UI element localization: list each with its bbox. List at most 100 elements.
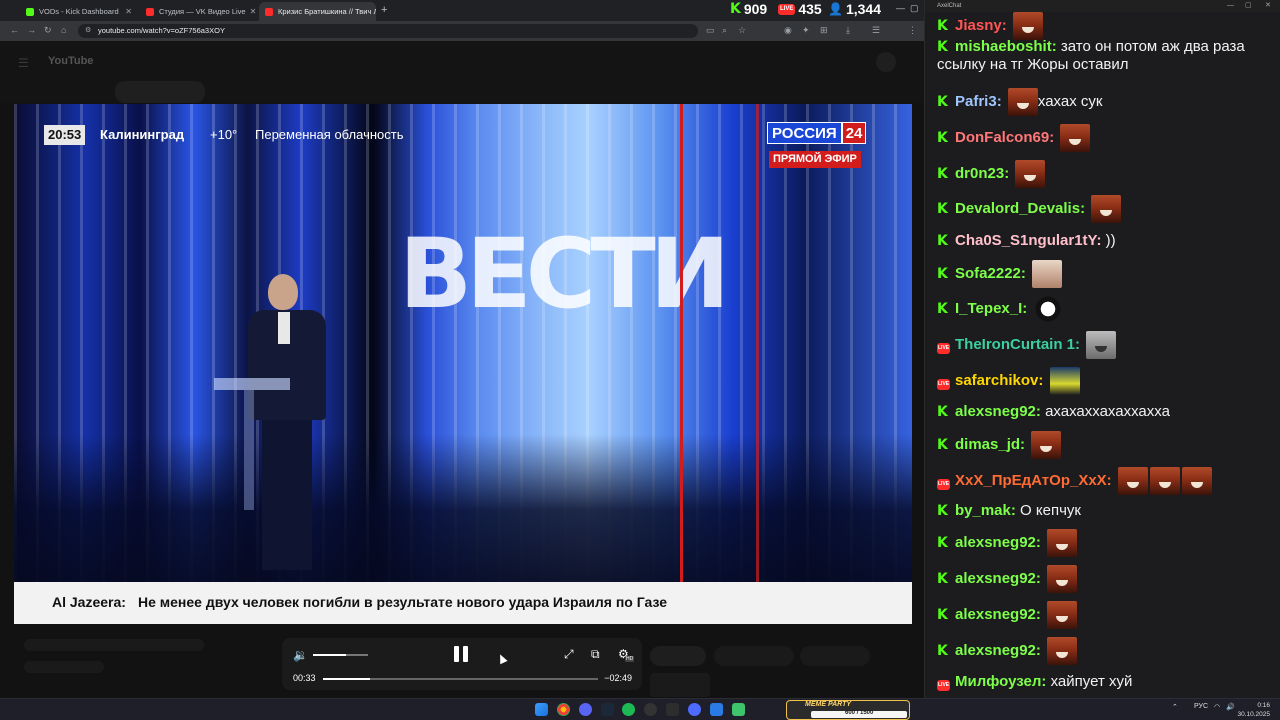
steam-icon[interactable] [601,703,614,716]
filter-chip[interactable] [714,646,794,666]
nickname-separator: : [1035,533,1046,551]
vk-favicon-icon [146,7,154,16]
new-tab-button[interactable]: + [381,4,387,16]
spotify-icon[interactable] [622,703,635,716]
sidebar-icon[interactable]: ☰ [872,25,880,36]
podium-stand [244,390,254,510]
chat-nickname[interactable]: Devalord_Devalis [955,200,1080,217]
nickname-separator: : [1080,199,1090,217]
chat-message-text: ахахаххахаххахха [1045,403,1170,420]
chat-nickname[interactable]: Милфоузел [955,673,1041,690]
home-icon[interactable]: ⌂ [61,25,66,35]
live-broadcast-label: ПРЯМОЙ ЭФИР [769,151,861,168]
tab-kick-dashboard[interactable]: VODs - Kick Dashboard ✕ [20,2,138,21]
tab-youtube-video[interactable]: Кризис Братишкина // Твич Л ✕ [259,2,376,21]
vk-viewer-count: 435 [798,1,822,17]
extensions-icon[interactable]: ✦ [802,25,810,36]
channel-logo: РОССИЯ 24 [767,122,867,144]
tray-chevron-icon[interactable]: ⌃ [1172,703,1178,711]
player-controls: 🔉 ⤢ ⧉ ⚙ HD 00:33 −02:49 [282,638,642,690]
site-info-icon[interactable]: ⚙ [85,24,91,38]
video-frame[interactable]: ВЕСТИ 20:53 Калининград +10° Переменная … [14,104,912,624]
language-indicator[interactable]: РУС [1194,703,1208,710]
meme-party-widget[interactable]: MEME PARTY 600 / 1500 [786,700,910,720]
filter-chip[interactable] [800,646,870,666]
volume-icon[interactable]: 🔉 [293,648,308,662]
url-input[interactable]: ⚙ youtube.com/watch?v=oZF756a3XOY [78,24,698,38]
chat-nickname[interactable]: Sofa2222 [955,265,1021,282]
vk-live-platform-icon: LIVE [937,336,952,354]
pause-button[interactable] [454,646,470,664]
chat-nickname[interactable]: TheIronCurtain 1 [955,336,1075,353]
chat-message: K DonFalcon69: [937,124,1277,152]
chat-nickname[interactable]: DonFalcon69 [955,129,1049,146]
download-icon[interactable]: ⤓ [846,25,850,36]
current-time: 00:33 [293,673,316,683]
chat-nickname[interactable]: Jiasny [955,17,1002,34]
chat-nickname[interactable]: I_Tepex_I [955,300,1022,317]
fullscreen-icon[interactable]: ⤢ [564,647,574,662]
chrome-icon[interactable] [557,703,570,716]
chat-nickname[interactable]: safarchikov [955,372,1038,389]
youtube-menu-icon[interactable]: ☰ [18,56,29,70]
chat-nickname[interactable]: alexsneg92 [955,403,1036,420]
studio-red-stripe [756,104,759,584]
close-tab-icon[interactable]: ✕ [121,7,132,16]
menu-icon[interactable]: ⋮ [908,25,917,36]
recommended-thumbnail[interactable] [650,673,710,697]
kick-viewers-stat: K 909 [730,1,767,17]
network-icon[interactable]: ◠ [1214,703,1220,711]
chat-nickname[interactable]: alexsneg92 [955,534,1036,551]
windows-start-icon[interactable] [535,703,548,716]
forward-icon[interactable]: → [27,25,36,35]
app-icon[interactable] [666,703,679,716]
chat-nickname[interactable]: alexsneg92 [955,606,1036,623]
chat-message: Kalexsneg92: ахахаххахаххахха [937,403,1277,421]
app-icon[interactable] [732,703,745,716]
close-tab-icon[interactable]: ✕ [246,7,257,16]
chat-message: Kdr0n23: [937,160,1277,188]
filter-chip[interactable] [650,646,706,666]
youtube-avatar[interactable] [876,52,896,72]
minimize-icon[interactable]: — [896,3,905,13]
chat-message: K I_Tepex_I: [937,295,1277,323]
chat-nickname[interactable]: dr0n23 [955,165,1004,182]
nickname-separator: : [1051,38,1061,55]
maximize-icon[interactable]: ▢ [910,3,919,14]
seek-bar[interactable] [323,678,598,680]
chat-nickname[interactable]: dimas_jd [955,436,1020,453]
minimize-icon[interactable]: — [1227,0,1234,12]
vk-live-platform-icon: LIVE [937,372,952,390]
puzzle-icon[interactable]: ⊞ [820,25,828,36]
cast-icon[interactable]: ▭ [706,25,715,36]
seek-progress [323,678,370,680]
vk-live-icon: LIVE [778,3,796,15]
chat-nickname[interactable]: alexsneg92 [955,570,1036,587]
chat-nickname[interactable]: Cha0S_S1ngular1tY [955,232,1096,249]
speaker-icon[interactable]: 🔊 [1226,703,1235,711]
chat-nickname[interactable]: by_mak [955,502,1011,519]
maximize-icon[interactable]: ▢ [1245,0,1252,12]
extension-icon[interactable]: ◉ [784,25,792,36]
picture-in-picture-icon[interactable]: ⧉ [591,647,600,662]
volume-slider[interactable] [313,654,368,656]
tab-vk-studio[interactable]: Студия — VK Видео Live ✕ [140,2,258,21]
obs-icon[interactable] [644,703,657,716]
chat-nickname[interactable]: mishaeboshit [955,38,1052,55]
chat-nickname[interactable]: XxX_ПрЕдАтОр_XxX [955,472,1107,489]
kick-platform-icon: K [937,437,948,453]
youtube-logo[interactable]: YouTube [48,55,93,67]
system-clock[interactable]: 0:16 30.10.2025 [1237,701,1270,719]
media-player-icon[interactable] [688,703,701,716]
telegram-icon[interactable] [710,703,723,716]
discord-icon[interactable] [579,703,592,716]
nickname-separator: : [1038,371,1048,389]
close-icon[interactable]: ✕ [1265,0,1271,12]
kick-platform-icon: K [937,201,948,217]
bookmark-star-icon[interactable]: ☆ [738,25,746,36]
reload-icon[interactable]: ↻ [44,25,52,36]
zoom-icon[interactable]: ⌕ [722,25,727,36]
back-icon[interactable]: ← [10,25,19,35]
chat-nickname[interactable]: Pafri3 [955,93,997,110]
chat-nickname[interactable]: alexsneg92 [955,642,1036,659]
